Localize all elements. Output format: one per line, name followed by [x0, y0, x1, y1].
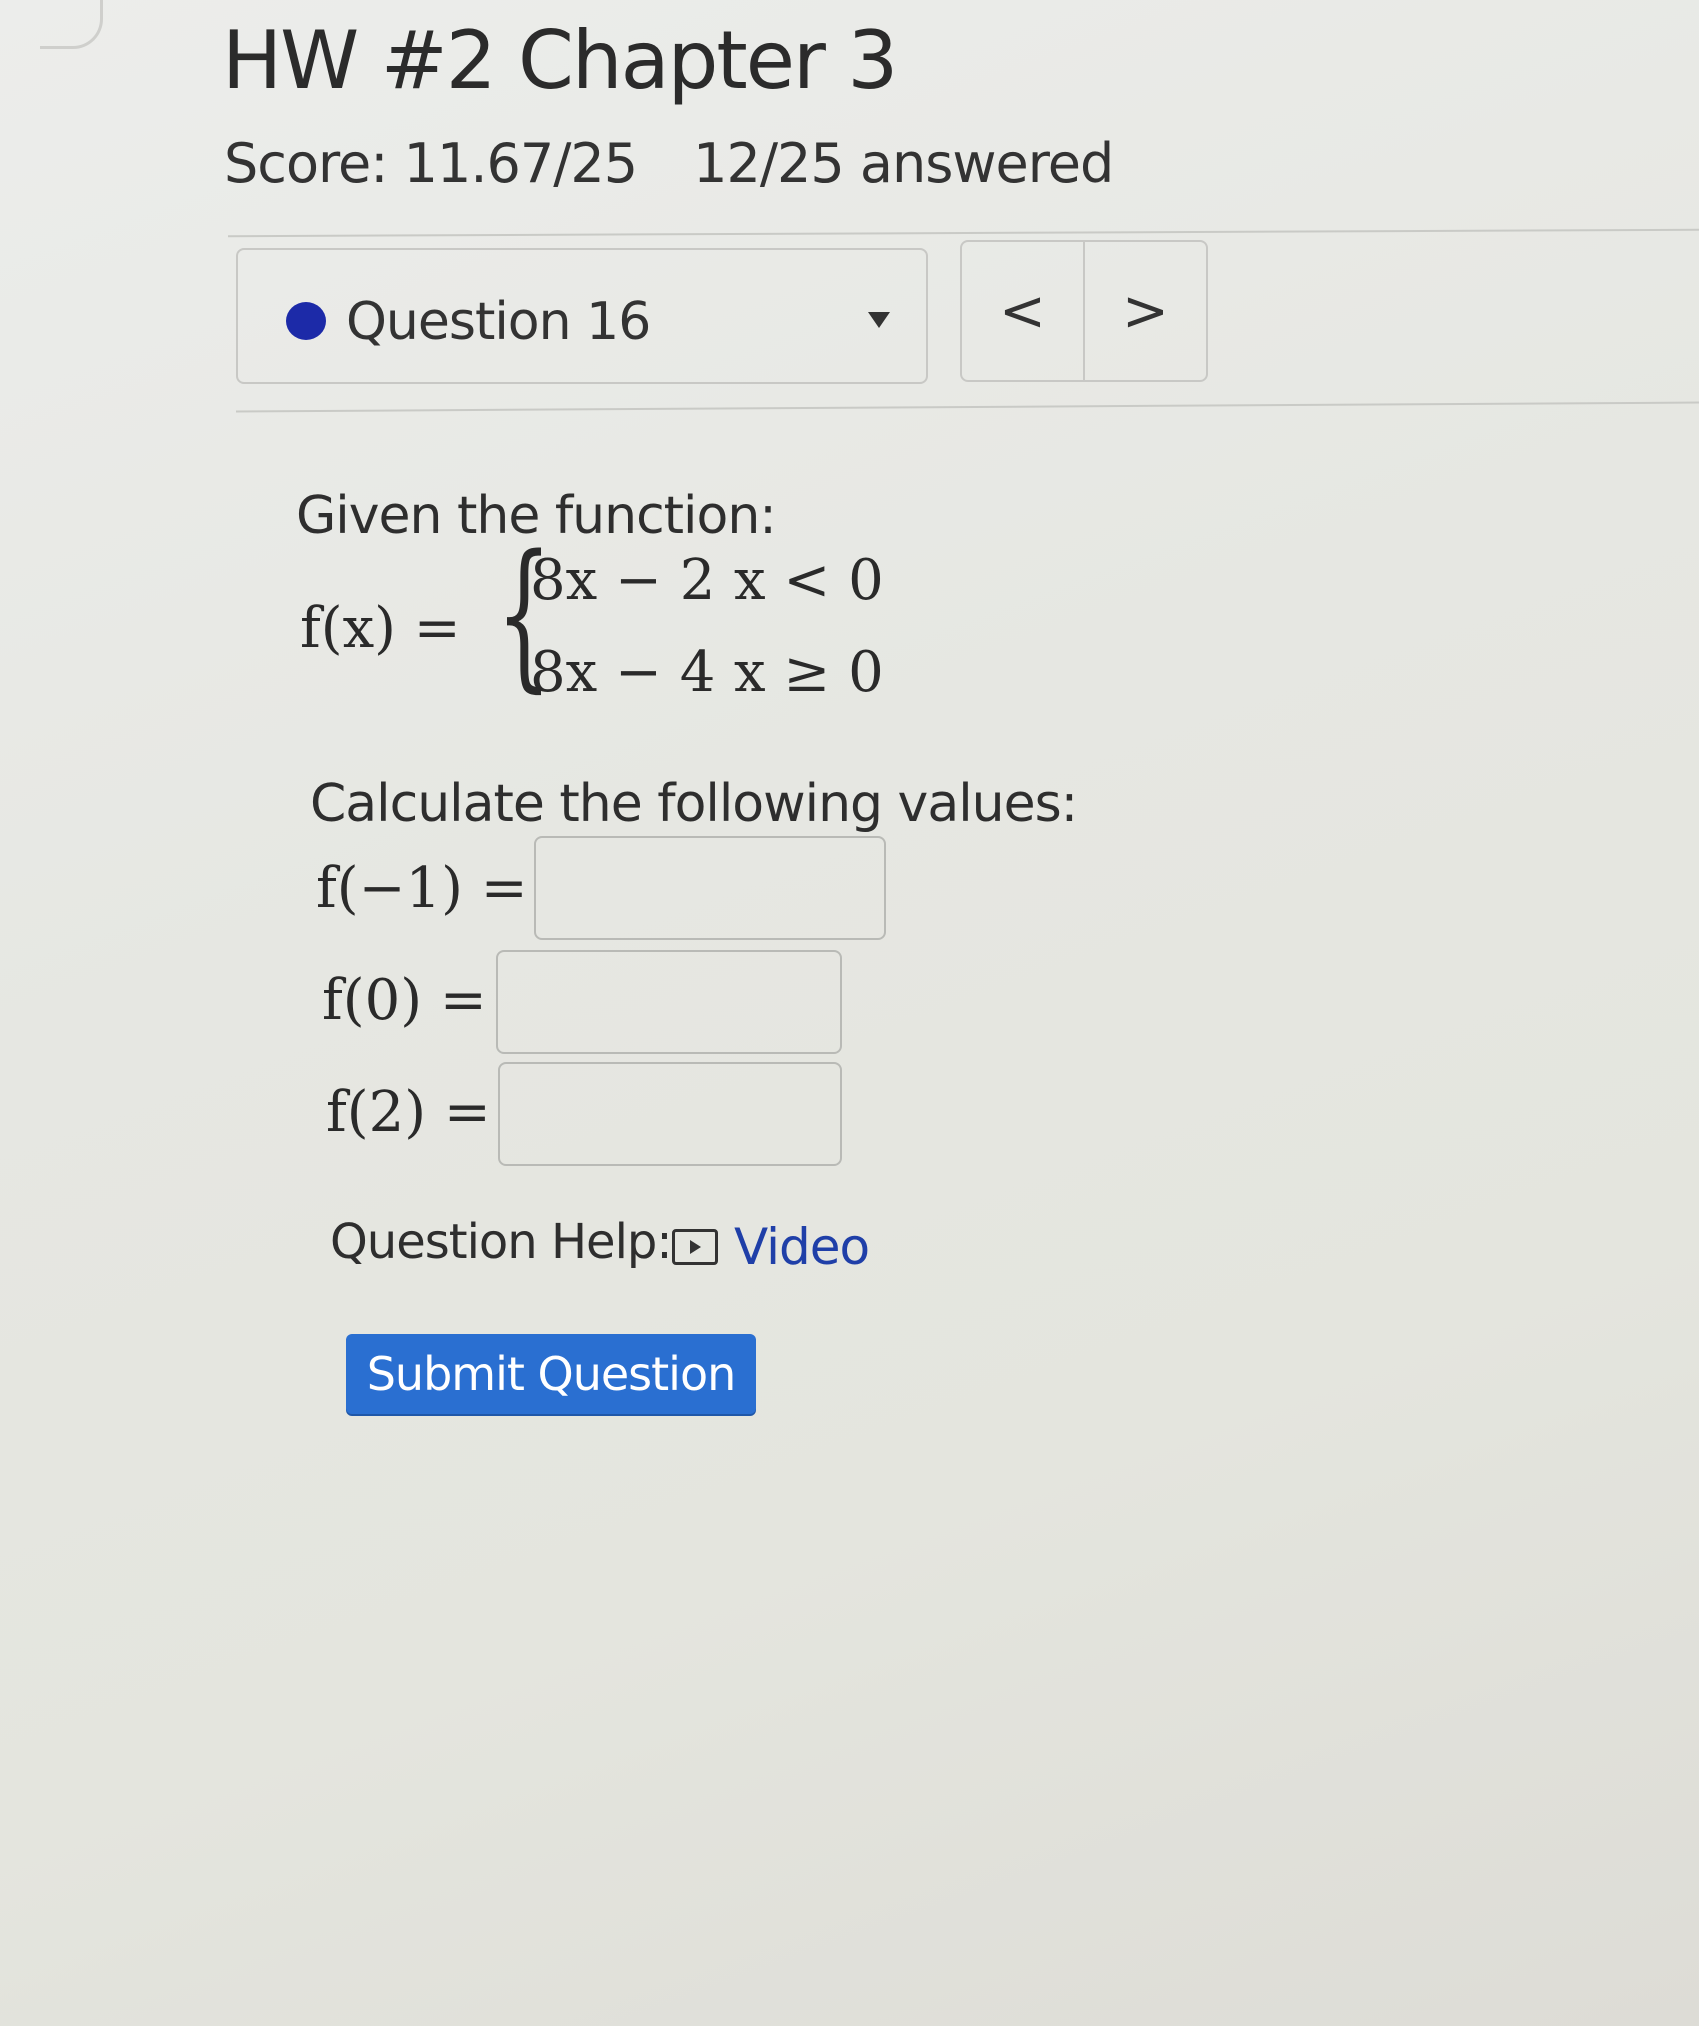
question-divider: [236, 401, 1699, 413]
chevron-left-icon: <: [999, 278, 1046, 344]
chevron-right-icon: >: [1122, 278, 1169, 344]
video-play-icon: [672, 1229, 718, 1265]
answer-field-f-neg1-wrapper: [534, 836, 886, 940]
answer-field-f-2-wrapper: [498, 1062, 842, 1166]
question-status-dot-icon: [286, 302, 326, 340]
answer-field-f-0-wrapper: [496, 950, 842, 1054]
score-line: Score: 11.67/25 12/25 answered: [224, 132, 1114, 195]
video-link-label: Video: [734, 1218, 870, 1276]
header-divider: [228, 228, 1699, 238]
question-selector-label: Question 16: [346, 292, 651, 352]
answer-label-f-2: f(2) =: [326, 1080, 491, 1145]
answer-field-f-0[interactable]: [498, 952, 840, 1052]
caret-down-icon: [868, 312, 890, 328]
page-corner-decoration: [40, 0, 103, 49]
problem-prompt: Calculate the following values:: [310, 774, 1078, 834]
video-help-link[interactable]: Video: [672, 1218, 870, 1276]
homework-page: HW #2 Chapter 3 Score: 11.67/25 12/25 ans…: [0, 0, 1699, 2026]
page-title: HW #2 Chapter 3: [222, 14, 898, 107]
answer-field-f-neg1[interactable]: [536, 838, 884, 938]
question-help-label: Question Help:: [330, 1214, 673, 1270]
question-pager: < >: [960, 240, 1208, 382]
answer-label-f-neg1: f(−1) =: [316, 856, 528, 921]
answer-field-f-2[interactable]: [500, 1064, 840, 1164]
piece-2-expression: 8x − 4: [530, 640, 716, 705]
answer-label-f-0: f(0) =: [322, 968, 487, 1033]
previous-question-button[interactable]: <: [962, 242, 1085, 380]
submit-question-button[interactable]: Submit Question: [346, 1334, 756, 1414]
next-question-button[interactable]: >: [1085, 242, 1206, 380]
piece-1-condition: x < 0: [734, 548, 884, 613]
piece-2-condition: x ≥ 0: [734, 640, 884, 705]
function-lhs: f(x) =: [300, 596, 461, 661]
answered-count: 12/25 answered: [693, 132, 1114, 195]
piece-1-expression: 8x − 2: [530, 548, 716, 613]
score-text: Score: 11.67/25: [224, 132, 638, 195]
question-selector[interactable]: Question 16: [236, 248, 928, 384]
